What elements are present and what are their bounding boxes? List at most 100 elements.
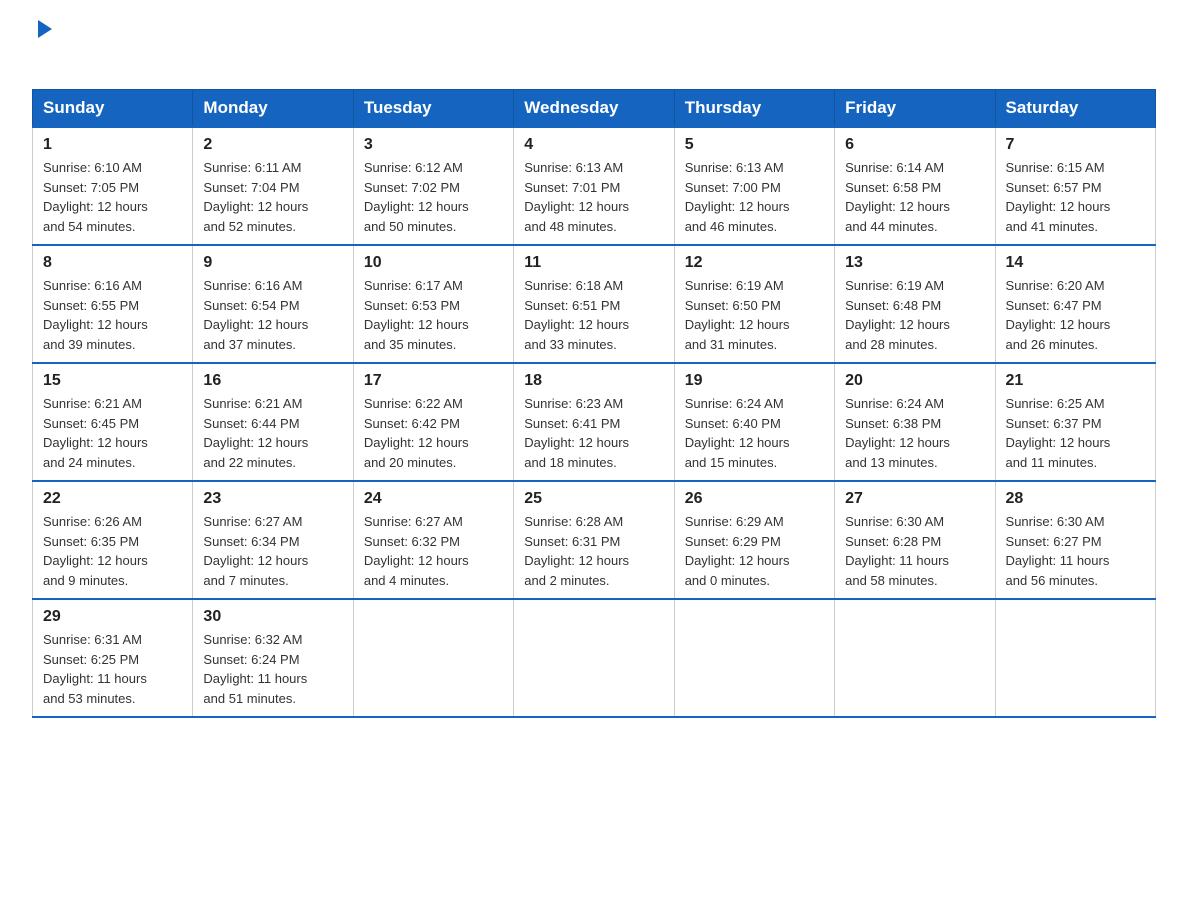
- calendar-cell: [353, 599, 513, 717]
- day-number: 17: [364, 372, 503, 390]
- day-info: Sunrise: 6:29 AMSunset: 6:29 PMDaylight:…: [685, 512, 824, 590]
- day-info: Sunrise: 6:20 AMSunset: 6:47 PMDaylight:…: [1006, 276, 1145, 354]
- day-info: Sunrise: 6:21 AMSunset: 6:44 PMDaylight:…: [203, 394, 342, 472]
- day-number: 25: [524, 490, 663, 508]
- day-number: 27: [845, 490, 984, 508]
- day-number: 9: [203, 254, 342, 272]
- page-header: [32, 24, 1156, 71]
- calendar-cell: 4 Sunrise: 6:13 AMSunset: 7:01 PMDaylight…: [514, 127, 674, 245]
- calendar-cell: 19 Sunrise: 6:24 AMSunset: 6:40 PMDayligh…: [674, 363, 834, 481]
- day-info: Sunrise: 6:25 AMSunset: 6:37 PMDaylight:…: [1006, 394, 1145, 472]
- day-number: 26: [685, 490, 824, 508]
- day-info: Sunrise: 6:30 AMSunset: 6:27 PMDaylight:…: [1006, 512, 1145, 590]
- logo-arrow-icon: [34, 18, 56, 40]
- calendar-week-row: 1 Sunrise: 6:10 AMSunset: 7:05 PMDaylight…: [33, 127, 1156, 245]
- day-number: 15: [43, 372, 182, 390]
- calendar-cell: 6 Sunrise: 6:14 AMSunset: 6:58 PMDaylight…: [835, 127, 995, 245]
- calendar-cell: 30 Sunrise: 6:32 AMSunset: 6:24 PMDayligh…: [193, 599, 353, 717]
- day-number: 6: [845, 136, 984, 154]
- day-number: 12: [685, 254, 824, 272]
- day-number: 2: [203, 136, 342, 154]
- calendar-cell: 17 Sunrise: 6:22 AMSunset: 6:42 PMDayligh…: [353, 363, 513, 481]
- calendar-cell: 12 Sunrise: 6:19 AMSunset: 6:50 PMDayligh…: [674, 245, 834, 363]
- weekday-header-thursday: Thursday: [674, 90, 834, 128]
- day-number: 30: [203, 608, 342, 626]
- calendar-week-row: 29 Sunrise: 6:31 AMSunset: 6:25 PMDayligh…: [33, 599, 1156, 717]
- day-number: 14: [1006, 254, 1145, 272]
- day-number: 28: [1006, 490, 1145, 508]
- day-info: Sunrise: 6:19 AMSunset: 6:50 PMDaylight:…: [685, 276, 824, 354]
- calendar-week-row: 22 Sunrise: 6:26 AMSunset: 6:35 PMDayligh…: [33, 481, 1156, 599]
- day-number: 29: [43, 608, 182, 626]
- day-info: Sunrise: 6:14 AMSunset: 6:58 PMDaylight:…: [845, 158, 984, 236]
- day-info: Sunrise: 6:31 AMSunset: 6:25 PMDaylight:…: [43, 630, 182, 708]
- calendar-cell: 21 Sunrise: 6:25 AMSunset: 6:37 PMDayligh…: [995, 363, 1155, 481]
- day-number: 20: [845, 372, 984, 390]
- day-number: 4: [524, 136, 663, 154]
- weekday-header-friday: Friday: [835, 90, 995, 128]
- day-info: Sunrise: 6:32 AMSunset: 6:24 PMDaylight:…: [203, 630, 342, 708]
- day-number: 10: [364, 254, 503, 272]
- day-number: 21: [1006, 372, 1145, 390]
- day-number: 3: [364, 136, 503, 154]
- day-info: Sunrise: 6:13 AMSunset: 7:00 PMDaylight:…: [685, 158, 824, 236]
- calendar-cell: [835, 599, 995, 717]
- day-info: Sunrise: 6:24 AMSunset: 6:38 PMDaylight:…: [845, 394, 984, 472]
- calendar-cell: 23Sunrise: 6:27 AMSunset: 6:34 PMDayligh…: [193, 481, 353, 599]
- day-info: Sunrise: 6:23 AMSunset: 6:41 PMDaylight:…: [524, 394, 663, 472]
- calendar-cell: [995, 599, 1155, 717]
- calendar-cell: 22 Sunrise: 6:26 AMSunset: 6:35 PMDayligh…: [33, 481, 193, 599]
- weekday-header-wednesday: Wednesday: [514, 90, 674, 128]
- day-number: 18: [524, 372, 663, 390]
- weekday-header-row: SundayMondayTuesdayWednesdayThursdayFrid…: [33, 90, 1156, 128]
- calendar-cell: 13Sunrise: 6:19 AMSunset: 6:48 PMDayligh…: [835, 245, 995, 363]
- calendar-cell: 27 Sunrise: 6:30 AMSunset: 6:28 PMDayligh…: [835, 481, 995, 599]
- day-info: Sunrise: 6:24 AMSunset: 6:40 PMDaylight:…: [685, 394, 824, 472]
- calendar-cell: 16 Sunrise: 6:21 AMSunset: 6:44 PMDayligh…: [193, 363, 353, 481]
- day-info: Sunrise: 6:27 AMSunset: 6:32 PMDaylight:…: [364, 512, 503, 590]
- day-number: 16: [203, 372, 342, 390]
- day-number: 1: [43, 136, 182, 154]
- day-info: Sunrise: 6:16 AMSunset: 6:54 PMDaylight:…: [203, 276, 342, 354]
- calendar-cell: 24 Sunrise: 6:27 AMSunset: 6:32 PMDayligh…: [353, 481, 513, 599]
- day-info: Sunrise: 6:18 AMSunset: 6:51 PMDaylight:…: [524, 276, 663, 354]
- calendar-cell: 5 Sunrise: 6:13 AMSunset: 7:00 PMDaylight…: [674, 127, 834, 245]
- calendar-cell: 3Sunrise: 6:12 AMSunset: 7:02 PMDaylight…: [353, 127, 513, 245]
- day-info: Sunrise: 6:28 AMSunset: 6:31 PMDaylight:…: [524, 512, 663, 590]
- calendar-cell: 10 Sunrise: 6:17 AMSunset: 6:53 PMDayligh…: [353, 245, 513, 363]
- day-info: Sunrise: 6:10 AMSunset: 7:05 PMDaylight:…: [43, 158, 182, 236]
- day-number: 5: [685, 136, 824, 154]
- day-info: Sunrise: 6:17 AMSunset: 6:53 PMDaylight:…: [364, 276, 503, 354]
- weekday-header-saturday: Saturday: [995, 90, 1155, 128]
- calendar-cell: [514, 599, 674, 717]
- calendar-cell: 25 Sunrise: 6:28 AMSunset: 6:31 PMDayligh…: [514, 481, 674, 599]
- day-info: Sunrise: 6:19 AMSunset: 6:48 PMDaylight:…: [845, 276, 984, 354]
- calendar-cell: 14 Sunrise: 6:20 AMSunset: 6:47 PMDayligh…: [995, 245, 1155, 363]
- day-number: 19: [685, 372, 824, 390]
- day-number: 22: [43, 490, 182, 508]
- day-info: Sunrise: 6:22 AMSunset: 6:42 PMDaylight:…: [364, 394, 503, 472]
- calendar-cell: 26 Sunrise: 6:29 AMSunset: 6:29 PMDayligh…: [674, 481, 834, 599]
- calendar-cell: 1 Sunrise: 6:10 AMSunset: 7:05 PMDaylight…: [33, 127, 193, 245]
- calendar-cell: 20 Sunrise: 6:24 AMSunset: 6:38 PMDayligh…: [835, 363, 995, 481]
- day-number: 24: [364, 490, 503, 508]
- calendar-cell: [674, 599, 834, 717]
- day-info: Sunrise: 6:30 AMSunset: 6:28 PMDaylight:…: [845, 512, 984, 590]
- day-info: Sunrise: 6:11 AMSunset: 7:04 PMDaylight:…: [203, 158, 342, 236]
- day-info: Sunrise: 6:26 AMSunset: 6:35 PMDaylight:…: [43, 512, 182, 590]
- calendar-week-row: 8Sunrise: 6:16 AMSunset: 6:55 PMDaylight…: [33, 245, 1156, 363]
- day-info: Sunrise: 6:13 AMSunset: 7:01 PMDaylight:…: [524, 158, 663, 236]
- day-info: Sunrise: 6:15 AMSunset: 6:57 PMDaylight:…: [1006, 158, 1145, 236]
- day-info: Sunrise: 6:21 AMSunset: 6:45 PMDaylight:…: [43, 394, 182, 472]
- calendar-week-row: 15 Sunrise: 6:21 AMSunset: 6:45 PMDayligh…: [33, 363, 1156, 481]
- calendar-cell: 15 Sunrise: 6:21 AMSunset: 6:45 PMDayligh…: [33, 363, 193, 481]
- weekday-header-monday: Monday: [193, 90, 353, 128]
- day-number: 11: [524, 254, 663, 272]
- calendar-cell: 18 Sunrise: 6:23 AMSunset: 6:41 PMDayligh…: [514, 363, 674, 481]
- weekday-header-sunday: Sunday: [33, 90, 193, 128]
- logo: [32, 24, 56, 71]
- calendar-cell: 7Sunrise: 6:15 AMSunset: 6:57 PMDaylight…: [995, 127, 1155, 245]
- calendar-cell: 2 Sunrise: 6:11 AMSunset: 7:04 PMDaylight…: [193, 127, 353, 245]
- calendar-cell: 29 Sunrise: 6:31 AMSunset: 6:25 PMDayligh…: [33, 599, 193, 717]
- day-number: 8: [43, 254, 182, 272]
